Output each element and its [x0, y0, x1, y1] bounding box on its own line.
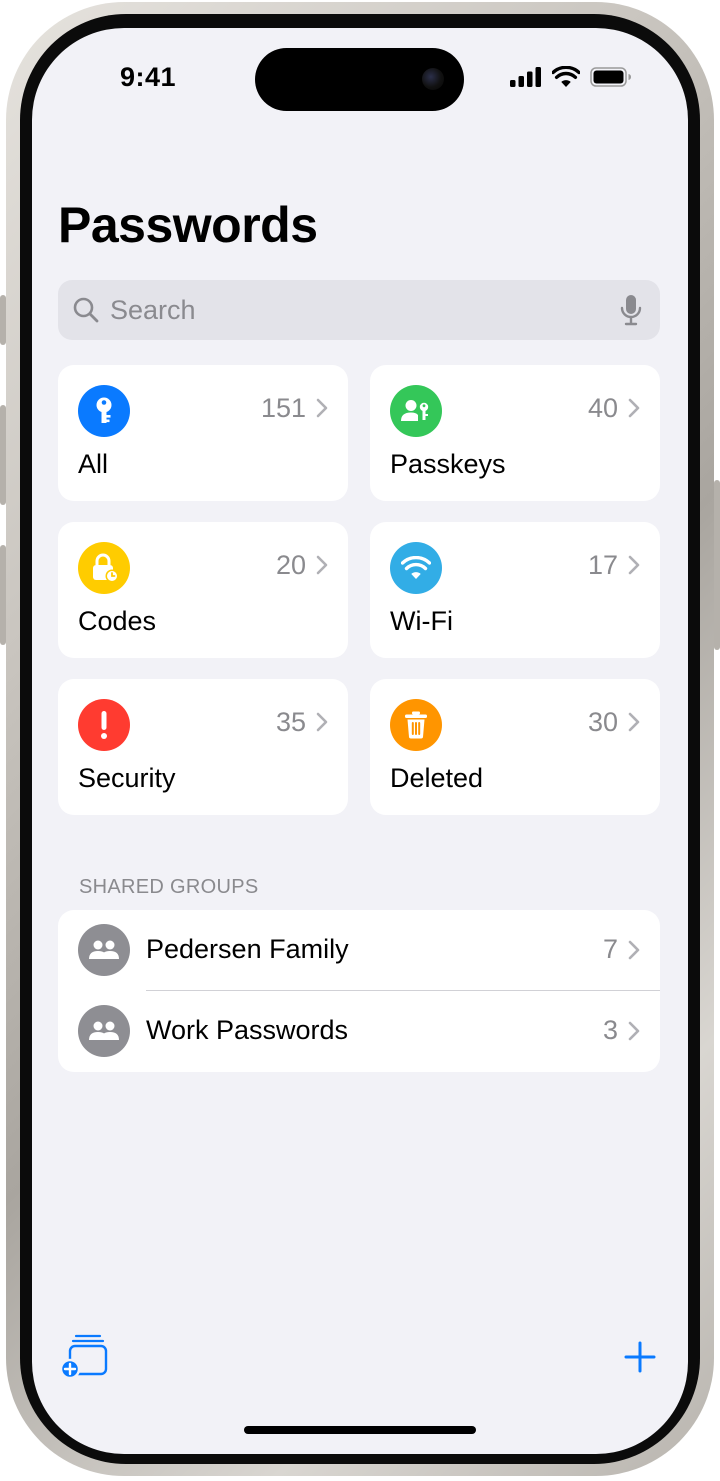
chevron-right-icon [316, 555, 328, 575]
shared-group-count: 7 [602, 934, 618, 964]
search-icon [73, 297, 99, 323]
dynamic-island [255, 48, 464, 111]
shared-group-name: Pedersen Family [146, 934, 349, 964]
search-field[interactable]: Search [58, 280, 660, 340]
category-count: 30 [587, 707, 618, 737]
category-label: Passkeys [390, 449, 506, 479]
wifi-icon [390, 542, 442, 594]
category-card-wifi[interactable]: 17 Wi-Fi [370, 522, 660, 658]
search-placeholder: Search [110, 295, 196, 325]
new-group-icon [59, 1334, 108, 1380]
key-icon [78, 385, 130, 437]
category-card-security[interactable]: 35 Security [58, 679, 348, 815]
action-button [0, 295, 6, 345]
chevron-right-icon [628, 712, 640, 732]
people-icon [78, 1005, 130, 1057]
shared-group-row[interactable]: Pedersen Family 7 [58, 910, 660, 991]
volume-up-button [0, 405, 6, 505]
category-count: 151 [260, 393, 306, 423]
category-card-codes[interactable]: 20 Codes [58, 522, 348, 658]
add-password-button[interactable] [624, 1341, 656, 1378]
screen: 9:41 Passwords Search 151 All 40 Passkey… [32, 28, 688, 1454]
chevron-right-icon [628, 555, 640, 575]
status-icons [510, 66, 632, 87]
category-count: 20 [275, 550, 306, 580]
new-group-button[interactable] [59, 1333, 110, 1384]
category-label: Deleted [390, 763, 484, 793]
people-icon [78, 924, 130, 976]
category-count: 40 [587, 393, 618, 423]
trash-icon [390, 699, 442, 751]
category-label: Wi-Fi [390, 606, 453, 636]
wifi-status-icon [552, 66, 580, 87]
category-count: 17 [587, 550, 618, 580]
battery-icon [590, 66, 631, 87]
chevron-right-icon [628, 1021, 640, 1041]
shared-group-count: 3 [602, 1015, 618, 1045]
category-card-passkeys[interactable]: 40 Passkeys [370, 365, 660, 501]
category-card-deleted[interactable]: 30 Deleted [370, 679, 660, 815]
power-button [714, 480, 720, 650]
home-indicator[interactable] [244, 1426, 476, 1434]
category-card-all[interactable]: 151 All [58, 365, 348, 501]
category-label: Codes [78, 606, 157, 636]
shared-group-row[interactable]: Work Passwords 3 [58, 991, 660, 1071]
camera-icon [422, 68, 444, 90]
chevron-right-icon [628, 940, 640, 960]
category-count: 35 [275, 707, 306, 737]
shared-groups-list: Pedersen Family 7 Work Passwords 3 [58, 910, 660, 1072]
chevron-right-icon [316, 712, 328, 732]
category-label: All [78, 449, 109, 479]
chevron-right-icon [628, 398, 640, 418]
category-label: Security [78, 763, 176, 793]
volume-down-button [0, 545, 6, 645]
lock-clock-icon [78, 542, 130, 594]
microphone-icon[interactable] [620, 294, 642, 326]
section-header-shared-groups: SHARED GROUPS [79, 876, 259, 898]
plus-icon [624, 1341, 656, 1373]
person-key-icon [390, 385, 442, 437]
status-time: 9:41 [120, 62, 177, 92]
page-title: Passwords [58, 197, 318, 253]
chevron-right-icon [316, 398, 328, 418]
shared-group-name: Work Passwords [146, 1015, 349, 1045]
exclamation-icon [78, 699, 130, 751]
cellular-signal-icon [510, 66, 541, 87]
